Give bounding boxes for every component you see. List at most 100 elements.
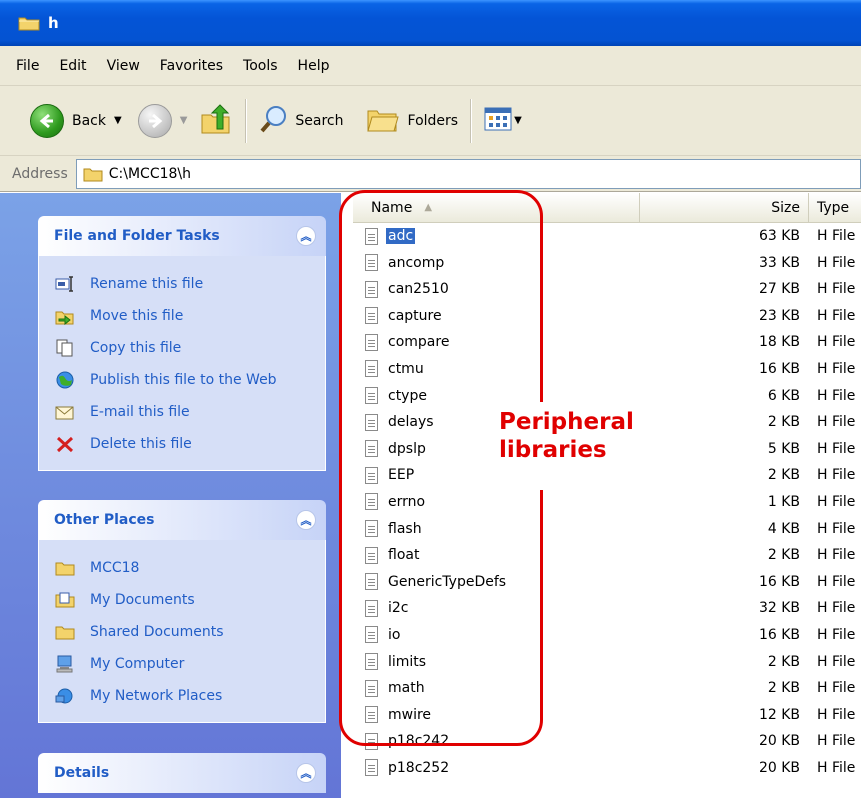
- task-label: Rename this file: [90, 276, 204, 292]
- views-icon: [484, 107, 512, 135]
- place-label: My Network Places: [90, 688, 223, 704]
- file-size: 16 KB: [758, 573, 800, 590]
- address-bar: Address C:\MCC18\h: [0, 156, 861, 192]
- collapse-icon[interactable]: ︽: [296, 763, 316, 783]
- file-size: 32 KB: [758, 600, 800, 617]
- place-mcc18[interactable]: MCC18: [55, 552, 325, 584]
- panel-header[interactable]: Other Places ︽: [38, 500, 326, 540]
- task-publish[interactable]: Publish this file to the Web: [55, 364, 325, 396]
- place-my-network-places[interactable]: My Network Places: [55, 680, 325, 712]
- file-size: 23 KB: [758, 307, 800, 324]
- task-move[interactable]: Move this file: [55, 300, 325, 332]
- copy-icon: [55, 339, 75, 357]
- folders-icon: [366, 105, 400, 137]
- toolbar: Back ▼ ▼ Search Folders ▼: [0, 86, 861, 156]
- back-dropdown-icon[interactable]: ▼: [114, 115, 122, 126]
- file-type: H File: [817, 228, 856, 244]
- task-copy[interactable]: Copy this file: [55, 332, 325, 364]
- search-button[interactable]: Search: [253, 101, 349, 141]
- header-file-icon: [365, 759, 378, 777]
- computer-icon: [55, 655, 75, 673]
- views-button[interactable]: ▼: [478, 101, 528, 141]
- file-type: H File: [817, 653, 856, 670]
- menu-view[interactable]: View: [99, 58, 152, 74]
- other-places-panel: Other Places ︽ MCC18 My Documents Shared…: [38, 500, 326, 723]
- file-type: H File: [817, 573, 856, 590]
- panel-header[interactable]: File and Folder Tasks ︽: [38, 216, 326, 256]
- file-type: H File: [817, 254, 856, 271]
- place-label: Shared Documents: [90, 624, 224, 640]
- address-field[interactable]: C:\MCC18\h: [75, 158, 861, 189]
- size-column-header[interactable]: Size: [640, 193, 809, 222]
- search-icon: [259, 104, 289, 138]
- annotation-label: Peripheral libraries: [483, 402, 673, 490]
- file-size: 2 KB: [767, 653, 800, 670]
- annotation-line-1: Peripheral: [499, 409, 634, 435]
- task-delete[interactable]: Delete this file: [55, 428, 325, 460]
- place-label: My Computer: [90, 656, 185, 672]
- rename-icon: [55, 275, 75, 293]
- back-arrow-icon: [30, 103, 64, 138]
- menu-help[interactable]: Help: [290, 58, 342, 74]
- panel-header[interactable]: Details ︽: [38, 753, 326, 793]
- annotation-line-2: libraries: [499, 437, 607, 463]
- forward-dropdown-icon[interactable]: ▼: [180, 115, 188, 126]
- network-icon: [55, 687, 75, 705]
- delete-icon: [55, 435, 75, 453]
- file-size: 27 KB: [758, 281, 800, 298]
- email-icon: [55, 403, 75, 421]
- file-type: H File: [817, 493, 856, 510]
- place-shared-documents[interactable]: Shared Documents: [55, 616, 325, 648]
- folder-icon: [55, 559, 75, 577]
- folder-icon: [83, 166, 103, 182]
- up-folder-icon: [199, 103, 233, 139]
- file-size: 18 KB: [758, 334, 800, 351]
- place-my-documents[interactable]: My Documents: [55, 584, 325, 616]
- file-name: p18c252: [388, 759, 450, 776]
- task-pane: File and Folder Tasks ︽ Rename this file…: [0, 193, 341, 798]
- file-type: H File: [817, 467, 856, 484]
- task-label: Move this file: [90, 308, 184, 324]
- task-rename[interactable]: Rename this file: [55, 268, 325, 300]
- file-size: 16 KB: [758, 626, 800, 643]
- place-my-computer[interactable]: My Computer: [55, 648, 325, 680]
- menu-favorites[interactable]: Favorites: [152, 58, 235, 74]
- folder-icon: [55, 623, 75, 641]
- file-size: 16 KB: [758, 360, 800, 377]
- menu-edit[interactable]: Edit: [51, 58, 98, 74]
- file-type: H File: [817, 733, 856, 750]
- folder-icon: [18, 15, 40, 31]
- file-name-cell[interactable]: p18c252: [365, 755, 451, 781]
- folders-button[interactable]: Folders: [360, 101, 465, 141]
- file-type: H File: [817, 360, 856, 377]
- details-panel: Details ︽: [38, 753, 326, 793]
- publish-web-icon: [55, 371, 75, 389]
- file-size: 63 KB: [758, 228, 800, 244]
- size-column-label: Size: [771, 199, 800, 216]
- forward-arrow-icon: [137, 103, 172, 138]
- menu-tools[interactable]: Tools: [235, 58, 290, 74]
- collapse-icon[interactable]: ︽: [296, 226, 316, 246]
- up-folder-button[interactable]: [193, 101, 239, 141]
- type-column-label: Type: [817, 199, 850, 216]
- file-size: 2 KB: [767, 680, 800, 697]
- views-dropdown-icon[interactable]: ▼: [514, 115, 522, 126]
- place-label: MCC18: [90, 560, 140, 576]
- back-label: Back: [72, 112, 106, 129]
- task-label: Publish this file to the Web: [90, 372, 277, 388]
- task-email[interactable]: E-mail this file: [55, 396, 325, 428]
- file-type: H File: [817, 281, 856, 298]
- forward-button[interactable]: ▼: [132, 101, 194, 141]
- place-label: My Documents: [90, 592, 195, 608]
- back-button[interactable]: Back ▼: [24, 101, 128, 141]
- collapse-icon[interactable]: ︽: [296, 510, 316, 530]
- menu-file[interactable]: File: [8, 58, 51, 74]
- file-size: 1 KB: [767, 493, 800, 510]
- file-row[interactable]: p18c252 20 KB H File: [353, 755, 861, 782]
- file-size: 12 KB: [758, 706, 800, 723]
- folders-label: Folders: [407, 112, 459, 129]
- task-label: Delete this file: [90, 436, 192, 452]
- title-bar: h: [0, 0, 861, 46]
- type-column-header[interactable]: Type: [809, 193, 861, 222]
- file-type: H File: [817, 547, 856, 564]
